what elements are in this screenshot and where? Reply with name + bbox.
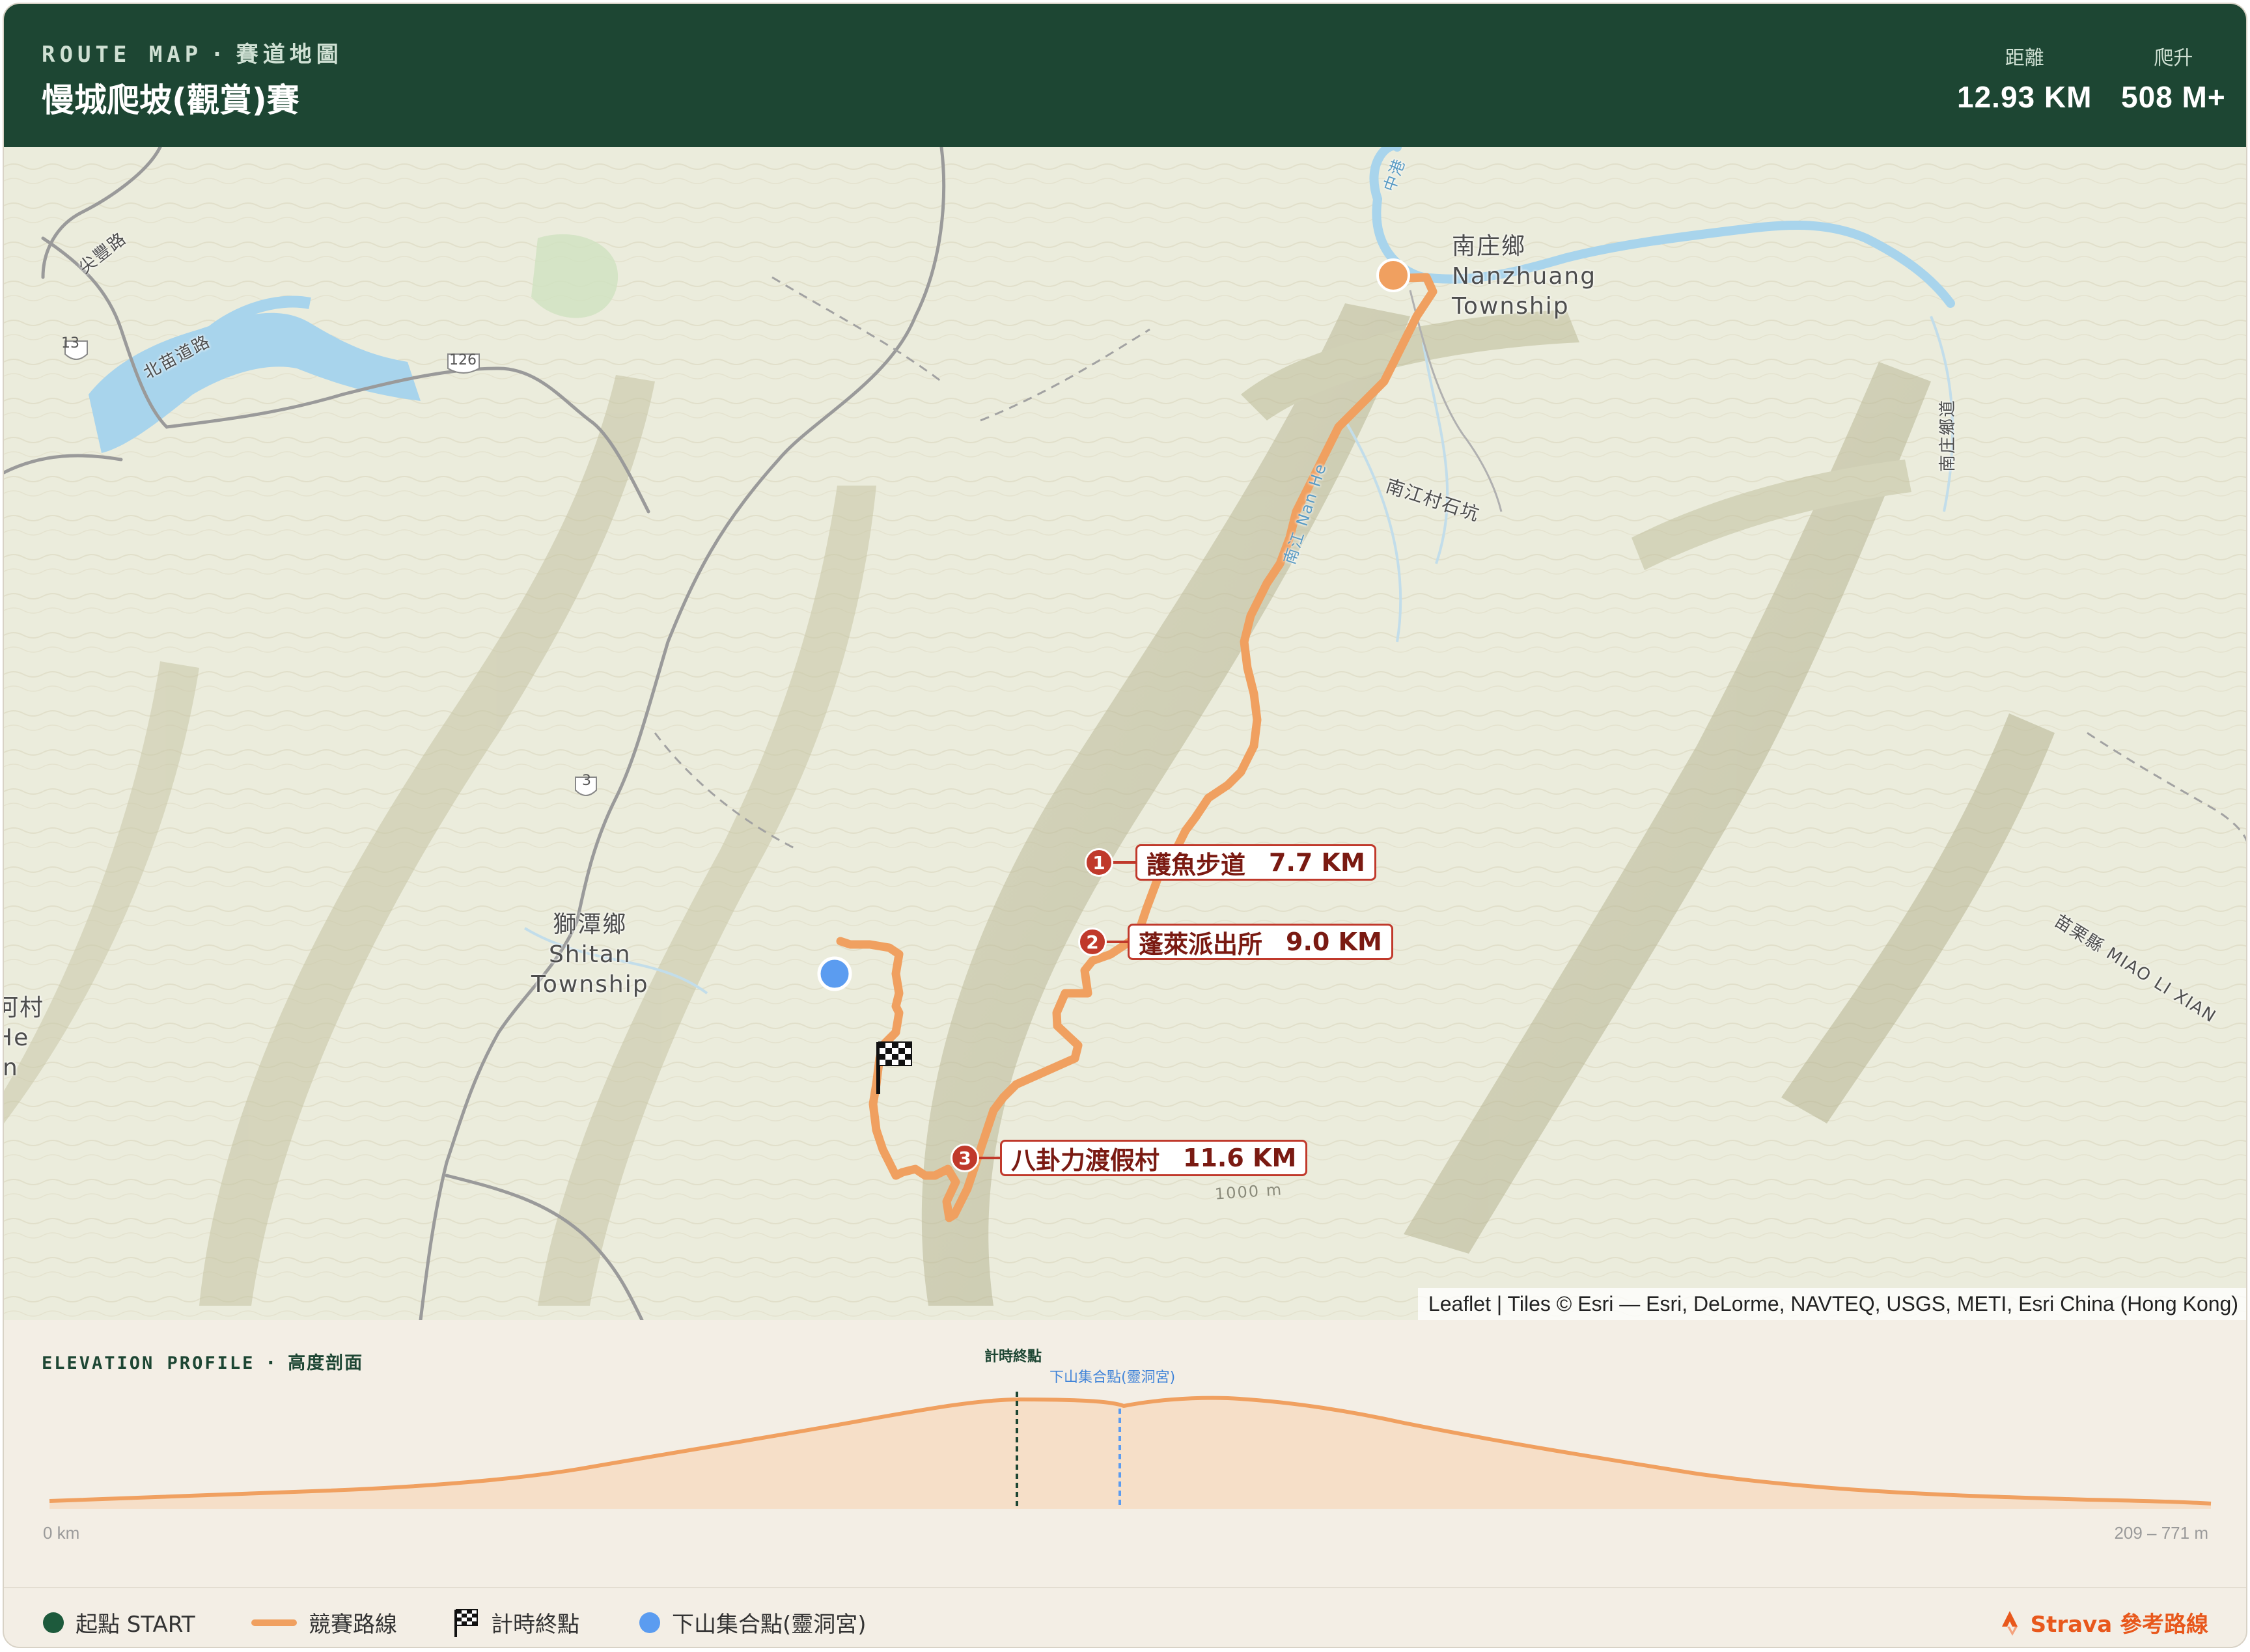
map-attribution[interactable]: Leaflet | Tiles © Esri — Esri, DeLorme, … — [1417, 1288, 2246, 1320]
legend-route: 競賽路線 — [251, 1606, 397, 1638]
stat-climb: 爬升 508 M+ — [2121, 42, 2226, 115]
legend-route-label: 競賽路線 — [309, 1612, 397, 1638]
checkpoint-1-dist: 7.7 KM — [1269, 848, 1365, 877]
road-label-right: 南庄鄉道 — [1938, 398, 1958, 473]
legend-finish-label: 計時終點 — [491, 1612, 579, 1638]
header: ROUTE MAP · 賽道地圖 慢城爬坡(觀賞)賽 距離 12.93 KM 爬升 … — [4, 4, 2246, 147]
checkpoint-2-dist: 9.0 KM — [1286, 928, 1382, 956]
legend-finish: 計時終點 — [453, 1606, 579, 1638]
elevation-finish-label: 計時終點 — [984, 1349, 1042, 1365]
nanzhuang-zh: 南庄鄉 — [1452, 233, 1527, 260]
gather-point-marker — [817, 956, 852, 991]
strava-icon — [2001, 1610, 2018, 1636]
checkpoint-3-dist: 11.6 KM — [1183, 1144, 1297, 1172]
checkpoint-1-name: 護魚步道 — [1146, 850, 1246, 879]
checkpoint-1-pin[interactable]: 1 — [1085, 848, 1113, 877]
header-kicker: ROUTE MAP · 賽道地圖 — [42, 36, 343, 68]
start-dot-icon — [43, 1612, 64, 1633]
place-label-shitan: 獅潭鄉 Shitan Township — [531, 910, 649, 1000]
checkpoint-3-name: 八卦力渡假村 — [1011, 1146, 1160, 1175]
stat-distance: 距離 12.93 KM — [1957, 42, 2092, 115]
kicker-zh: 賽道地圖 — [236, 42, 343, 68]
road-shield-126-label: 126 — [449, 352, 477, 368]
left-edge-zh: 河村 — [4, 995, 45, 1021]
legend-gather: 下山集合點(靈洞宮) — [639, 1606, 867, 1638]
elevation-chart[interactable] — [4, 1320, 2247, 1593]
route-line-icon — [251, 1619, 297, 1626]
kicker-separator: · — [210, 42, 229, 68]
elevation-gather-label: 下山集合點(靈洞宮) — [1049, 1370, 1176, 1386]
legend-start-label: 起點 START — [76, 1612, 195, 1638]
left-edge-en2: in — [4, 1054, 19, 1081]
contour-label: 1000 m — [1214, 1180, 1283, 1204]
stat-climb-label: 爬升 — [2154, 47, 2193, 70]
checkpoint-2-pin[interactable]: 2 — [1078, 928, 1107, 956]
nanzhuang-en: Nanzhuang — [1452, 263, 1597, 290]
checkpoint-3-callout[interactable]: 八卦力渡假村 11.6 KM — [1000, 1140, 1308, 1176]
finish-flag-legend-icon — [454, 1608, 478, 1637]
map-view[interactable]: 13 126 3 南庄鄉 Nanzhuang Township 獅潭鄉 Shit… — [4, 147, 2246, 1320]
stat-distance-label: 距離 — [2005, 47, 2044, 70]
shitan-en2: Township — [531, 971, 649, 998]
road-shield-13-label: 13 — [61, 335, 79, 351]
stat-climb-value: 508 M+ — [2121, 80, 2226, 114]
page-title: 慢城爬坡(觀賞)賽 — [42, 81, 299, 119]
checkpoint-2-callout[interactable]: 蓬萊派出所 9.0 KM — [1128, 924, 1393, 960]
elevation-profile: ELEVATION PROFILE · 高度剖面 計時終點 下山集合點(靈洞宮)… — [4, 1320, 2246, 1593]
elevation-axis-end: 209 – 771 m — [2114, 1523, 2208, 1543]
place-label-nanzhuang: 南庄鄉 Nanzhuang Township — [1452, 232, 1596, 322]
route-map-card: ROUTE MAP · 賽道地圖 慢城爬坡(觀賞)賽 距離 12.93 KM 爬升 … — [3, 3, 2247, 1648]
checkpoint-2-name: 蓬萊派出所 — [1139, 929, 1263, 959]
elevation-axis-start: 0 km — [43, 1523, 80, 1543]
start-marker — [1376, 258, 1410, 292]
left-edge-en: He — [4, 1025, 30, 1051]
place-label-left-edge: 河村 He in — [4, 993, 44, 1083]
kicker-en: ROUTE MAP — [42, 42, 203, 68]
shitan-zh: 獅潭鄉 — [553, 911, 628, 938]
strava-link[interactable]: Strava 參考路線 — [2001, 1606, 2208, 1638]
legend-start: 起點 START — [43, 1606, 195, 1638]
checkpoint-3-pin[interactable]: 3 — [951, 1144, 979, 1172]
stat-distance-value: 12.93 KM — [1957, 80, 2092, 114]
gather-dot-icon — [639, 1612, 660, 1633]
checkpoint-1-callout[interactable]: 護魚步道 7.7 KM — [1135, 844, 1376, 881]
legend-gather-label: 下山集合點(靈洞宮) — [672, 1612, 867, 1638]
road-shield-3-label: 3 — [582, 773, 591, 789]
legend: 起點 START 競賽路線 計時終點 下山集合點(靈洞宮) Strava 參考路… — [4, 1587, 2246, 1647]
shitan-en: Shitan — [548, 941, 632, 968]
nanzhuang-en2: Township — [1452, 293, 1570, 320]
strava-label: Strava 參考路線 — [2030, 1612, 2208, 1638]
